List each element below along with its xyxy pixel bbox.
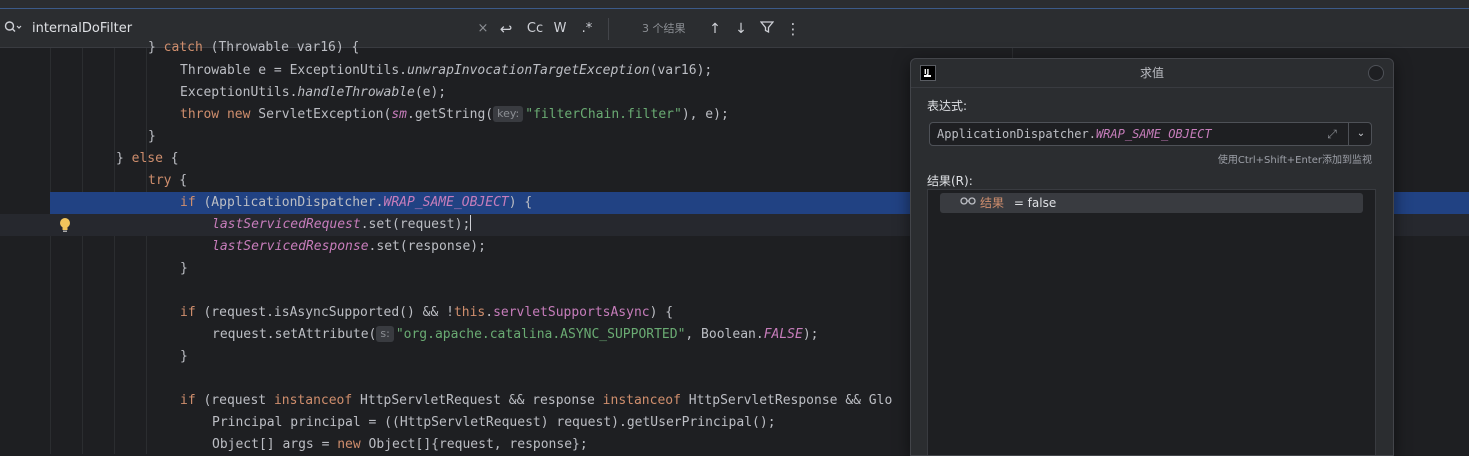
lightbulb-icon[interactable] [58, 217, 72, 233]
expression-label: 表达式: [927, 99, 968, 113]
result-variable-name: 结果 [980, 196, 1005, 210]
expression-text[interactable]: ApplicationDispatcher.WRAP_SAME_OBJECT [937, 123, 1212, 145]
next-occurrence-icon[interactable]: ↓ [732, 19, 750, 39]
code-text: } [180, 261, 188, 276]
dialog-title: 求值 [1139, 66, 1164, 80]
dialog-title-bar[interactable]: IJ 求值 [911, 59, 1393, 88]
code-text: } [148, 129, 156, 144]
add-to-watches-hint: 使用Ctrl+Shift+Enter添加到监视 [1217, 155, 1372, 166]
code-text: } else { [116, 151, 179, 166]
code-text: ExceptionUtils.handleThrowable(e); [180, 85, 447, 100]
expression-history-dropdown[interactable]: ⌄ [1348, 123, 1373, 145]
code-text: request.setAttribute(s: "org.apache.catal… [212, 326, 819, 342]
result-value: = false [1010, 196, 1057, 210]
code-text: try { [148, 173, 188, 188]
code-line: } catch (Throwable var16) { [0, 37, 1469, 59]
code-text: lastServicedResponse.set(response); [212, 239, 486, 254]
parameter-hint: s: [376, 326, 394, 342]
filter-icon[interactable] [758, 19, 776, 39]
clear-search-icon[interactable]: × [475, 19, 491, 39]
result-tree-row[interactable]: 结果 = false [940, 193, 1363, 213]
expression-input[interactable]: ApplicationDispatcher.WRAP_SAME_OBJECT ⤢… [929, 122, 1372, 146]
code-text: if (request.isAsyncSupported() && !this.… [180, 305, 674, 320]
code-text: Object[] args = new Object[]{request, re… [212, 437, 588, 452]
whole-words-toggle[interactable]: W [551, 19, 569, 39]
code-text: } [180, 349, 188, 364]
code-text: if (request instanceof HttpServletReques… [180, 393, 893, 408]
match-case-toggle[interactable]: Cc [524, 19, 546, 39]
text-caret [470, 215, 472, 231]
search-result-count: 3 个结果 [642, 22, 686, 35]
code-text: throw new ServletException(sm.getString(… [180, 106, 729, 122]
expand-editor-icon[interactable]: ⤢ [1324, 126, 1340, 142]
search-input[interactable] [32, 17, 472, 39]
parameter-hint: key: [493, 106, 524, 122]
result-tree[interactable]: 结果 = false [927, 189, 1376, 455]
more-options-icon[interactable]: ⋮ [784, 19, 802, 39]
result-label: 结果(R): [927, 174, 973, 188]
code-text: Principal principal = ((HttpServletReque… [212, 415, 776, 430]
evaluate-expression-dialog: IJ 求值 表达式: ApplicationDispatcher.WRAP_SA… [910, 58, 1394, 456]
code-text: } catch (Throwable var16) { [148, 40, 360, 55]
new-line-icon[interactable]: ↩ [496, 19, 516, 39]
close-dialog-button[interactable] [1368, 65, 1384, 81]
window-top-edge [0, 0, 1469, 9]
previous-occurrence-icon[interactable]: ↑ [706, 19, 724, 39]
search-history-icon[interactable] [4, 20, 22, 36]
regex-toggle[interactable]: .* [578, 19, 596, 39]
code-text: if (ApplicationDispatcher.WRAP_SAME_OBJE… [180, 195, 533, 210]
code-text: Throwable e = ExceptionUtils.unwrapInvoc… [180, 63, 713, 78]
code-text: lastServicedRequest.set(request); [212, 215, 472, 232]
watch-glasses-icon [960, 193, 976, 213]
